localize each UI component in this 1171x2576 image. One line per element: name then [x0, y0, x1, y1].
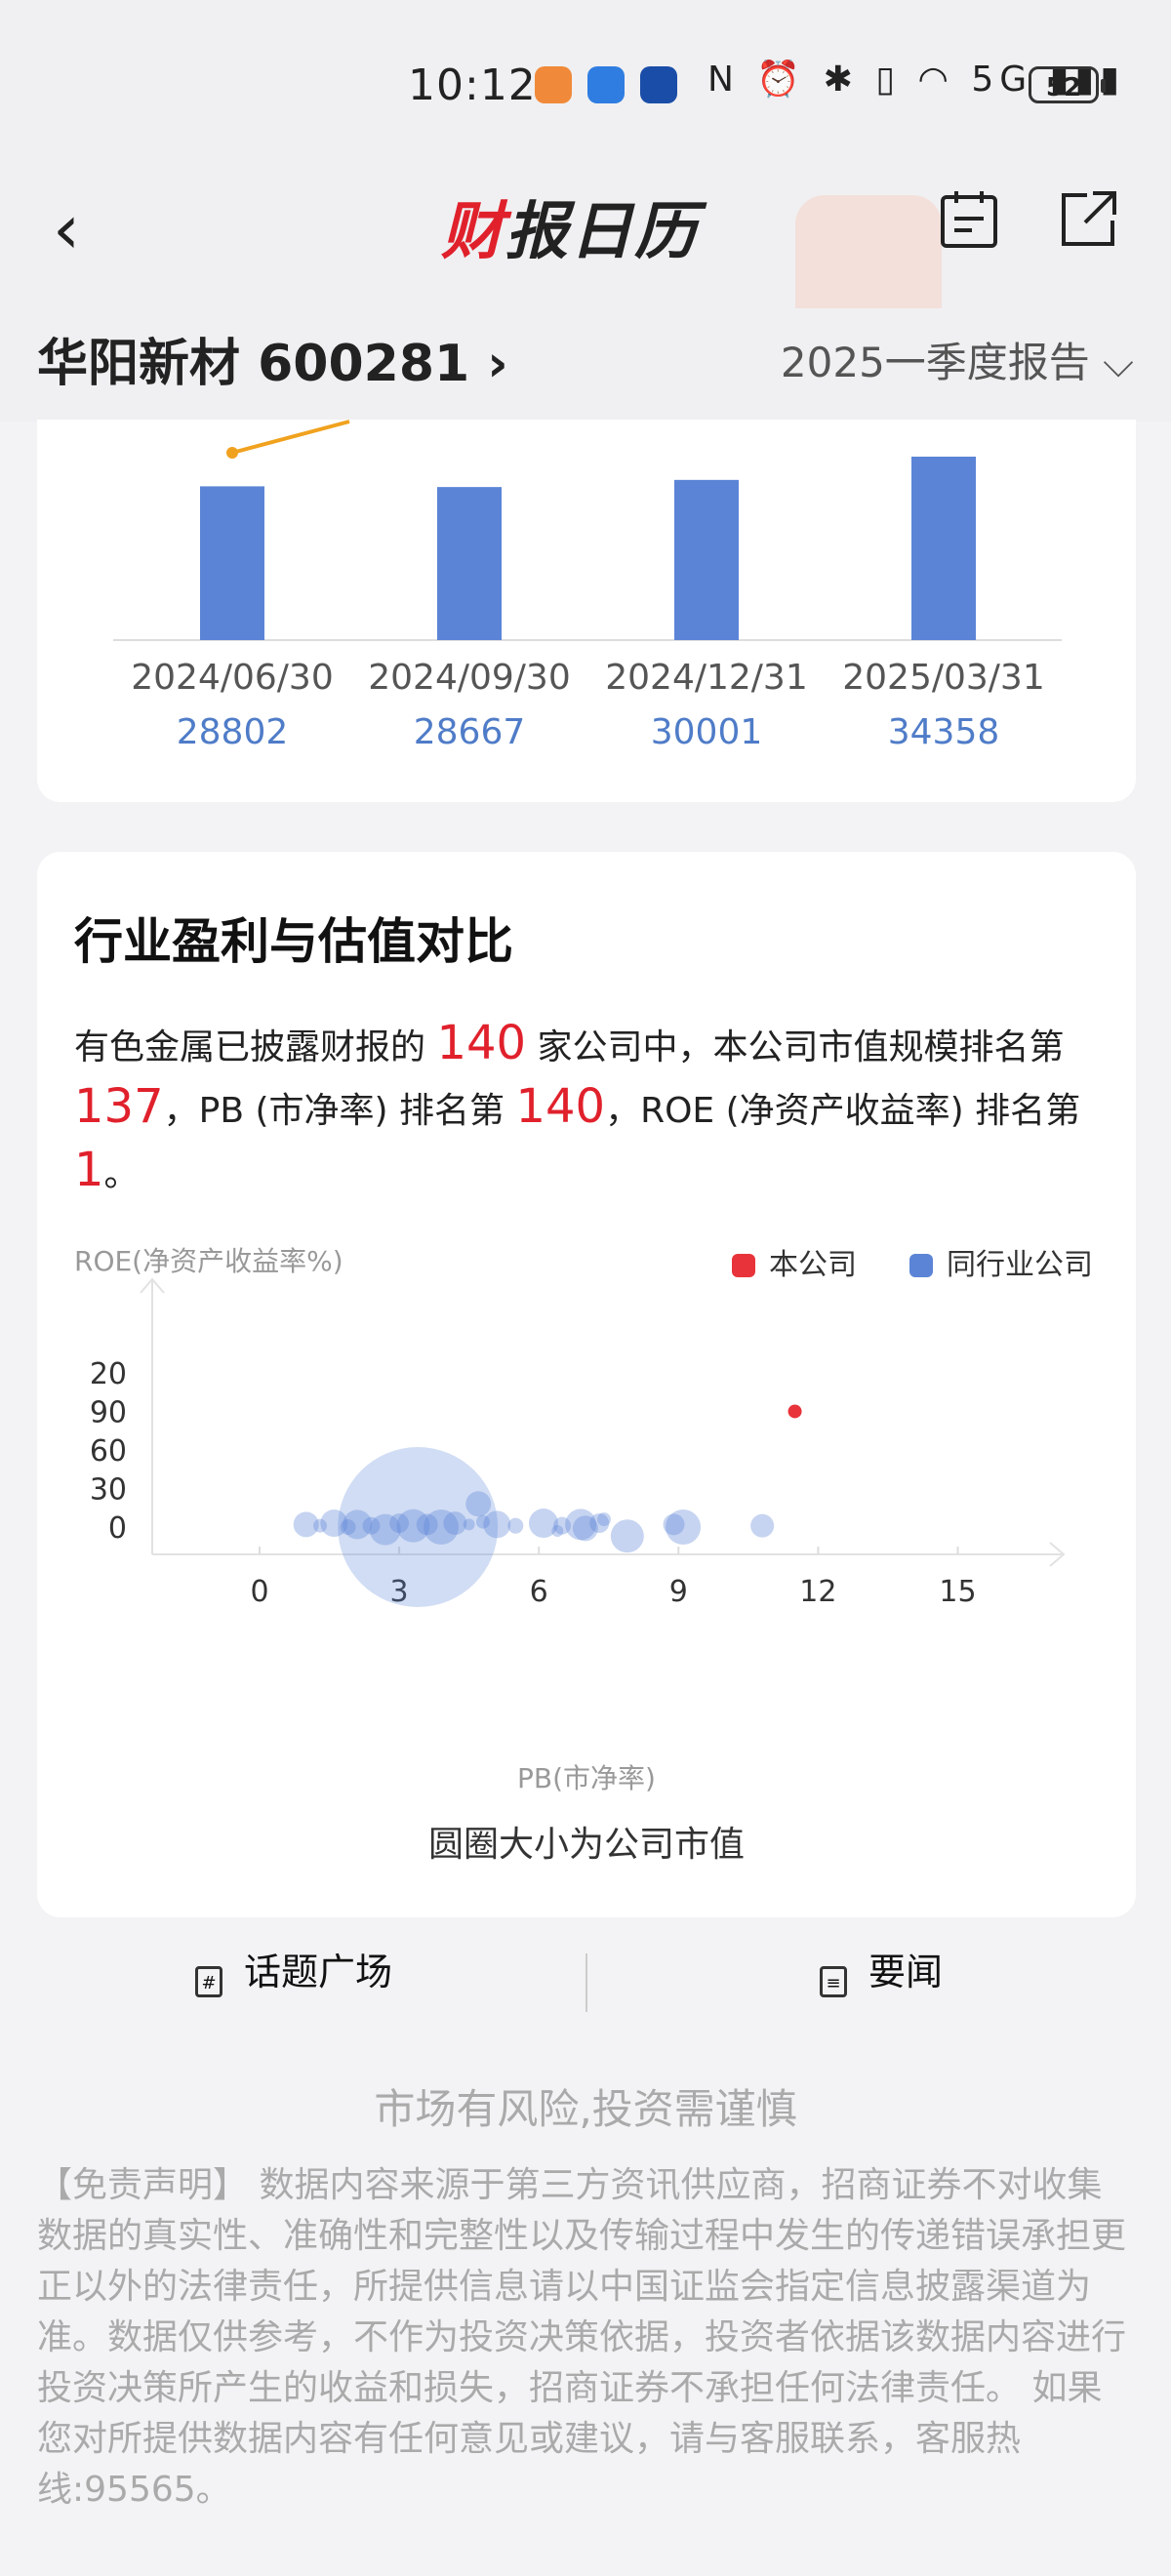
x-tick-label: 15 — [939, 1575, 976, 1609]
total-count: 140 — [436, 1016, 527, 1070]
pb-rank: 140 — [515, 1079, 606, 1134]
y-tick-label: 20 — [90, 1357, 127, 1391]
disclaimer-text: 【免责声明】 数据内容来源于第三方资讯供应商，招商证券不对收集数据的真实性、准确… — [37, 2165, 1127, 2510]
health-app-icon — [535, 66, 572, 103]
peer-point — [572, 1515, 598, 1542]
ranking-description: 有色金属已披露财报的 140 家公司中，本公司市值规模排名第 137，PB (市… — [74, 1014, 1109, 1204]
hashtag-icon: # — [195, 1966, 222, 1997]
x-tick-label: 9 — [669, 1575, 688, 1609]
y-tick-label: 30 — [90, 1472, 127, 1507]
peer-point — [610, 1519, 644, 1553]
value-label: 34358 — [887, 712, 1000, 752]
app-notification-icon — [587, 66, 625, 103]
desc-text: ，PB (市净率) 排名第 — [163, 1091, 516, 1131]
calendar-icon[interactable] — [939, 189, 999, 250]
roe-pb-scatter-chart: 0306090200 3 6 9 12 15 — [90, 1277, 1066, 1609]
peer-point — [465, 1491, 492, 1517]
tab-label: 话题广场 — [244, 1951, 393, 1993]
clock: 10:12 — [408, 60, 537, 110]
peer-point — [551, 1524, 564, 1537]
market-value-rank: 137 — [74, 1079, 164, 1134]
stock-selector-row: 华阳新材 600281 › 2025一季度报告 ⌵ — [0, 308, 1171, 422]
holders-bar-chart — [113, 420, 1062, 641]
x-tick-label: 0 — [250, 1575, 268, 1609]
roe-rank: 1 — [74, 1143, 104, 1197]
peer-point — [507, 1517, 524, 1534]
trend-line — [231, 420, 350, 455]
x-axis-title: PB(市净率) — [517, 1762, 656, 1794]
news-icon: ≡ — [820, 1966, 847, 1997]
header-bar: ‹ 财报日历 — [0, 172, 1171, 342]
y-tick-label: 0 — [108, 1511, 127, 1546]
y-tick-label: 60 — [90, 1434, 127, 1469]
trend-point — [226, 447, 238, 459]
x-tick-label: 12 — [799, 1575, 836, 1609]
bottom-tabs: # 话题广场 ≡ 要闻 — [0, 1942, 1171, 2024]
peer-point — [463, 1518, 475, 1531]
value-label: 28802 — [176, 712, 289, 752]
logo-prefix: 财 — [441, 196, 505, 268]
desc-text: 。 — [103, 1154, 140, 1194]
tab-label: 要闻 — [868, 1951, 944, 1993]
bubble-size-note: 圆圈大小为公司市值 — [427, 1825, 745, 1865]
peer-point — [750, 1513, 775, 1538]
y-tick-label: 90 — [90, 1395, 127, 1429]
status-bar: 10:12 N ⏰ ✱ ▯ ◠ 5G ▮▮▮ 52 — [0, 0, 1171, 172]
bar — [200, 486, 264, 640]
back-button[interactable]: ‹ — [53, 189, 80, 269]
risk-warning: 市场有风险,投资需谨慎 — [374, 2085, 797, 2133]
peer-point — [666, 1509, 702, 1545]
value-label: 30001 — [650, 712, 763, 752]
value-label: 28667 — [413, 712, 526, 752]
x-tick-label: 6 — [530, 1575, 548, 1609]
date-label: 2025/03/31 — [842, 658, 1045, 698]
industry-comparison-card: 行业盈利与估值对比 有色金属已披露财报的 140 家公司中，本公司市值规模排名第… — [37, 852, 1136, 1917]
self-point — [787, 1404, 802, 1419]
desc-text: 家公司中，本公司市值规模排名第 — [526, 1027, 1065, 1067]
tab-news[interactable]: ≡ 要闻 — [820, 1942, 943, 1997]
bar — [674, 479, 739, 640]
desc-text: ，ROE (净资产收益率) 排名第 — [605, 1091, 1081, 1131]
date-label: 2024/06/30 — [131, 658, 334, 698]
peer-point — [483, 1510, 511, 1539]
robot-app-icon — [640, 66, 677, 103]
peer-point — [443, 1511, 467, 1536]
date-label: 2024/12/31 — [605, 658, 808, 698]
peer-point — [596, 1512, 611, 1527]
holders-chart-card: 2024/06/30 2024/09/30 2024/12/31 2025/03… — [37, 420, 1136, 802]
share-icon[interactable] — [1058, 189, 1118, 250]
tab-divider — [586, 1953, 587, 2012]
app-logo: 财报日历 — [441, 181, 699, 271]
bar — [437, 487, 502, 640]
report-period-dropdown[interactable]: 2025一季度报告 ⌵ — [781, 330, 1134, 389]
date-label: 2024/09/30 — [368, 658, 571, 698]
desc-text: 有色金属已披露财报的 — [74, 1027, 437, 1067]
logo-text: 报日历 — [505, 196, 699, 268]
battery-icon: 52 — [1029, 66, 1106, 103]
stock-name-button[interactable]: 华阳新材 600281 › — [37, 322, 508, 395]
tab-topic-square[interactable]: # 话题广场 — [195, 1942, 392, 1997]
section-title: 行业盈利与估值对比 — [74, 913, 513, 970]
bar — [911, 457, 976, 640]
